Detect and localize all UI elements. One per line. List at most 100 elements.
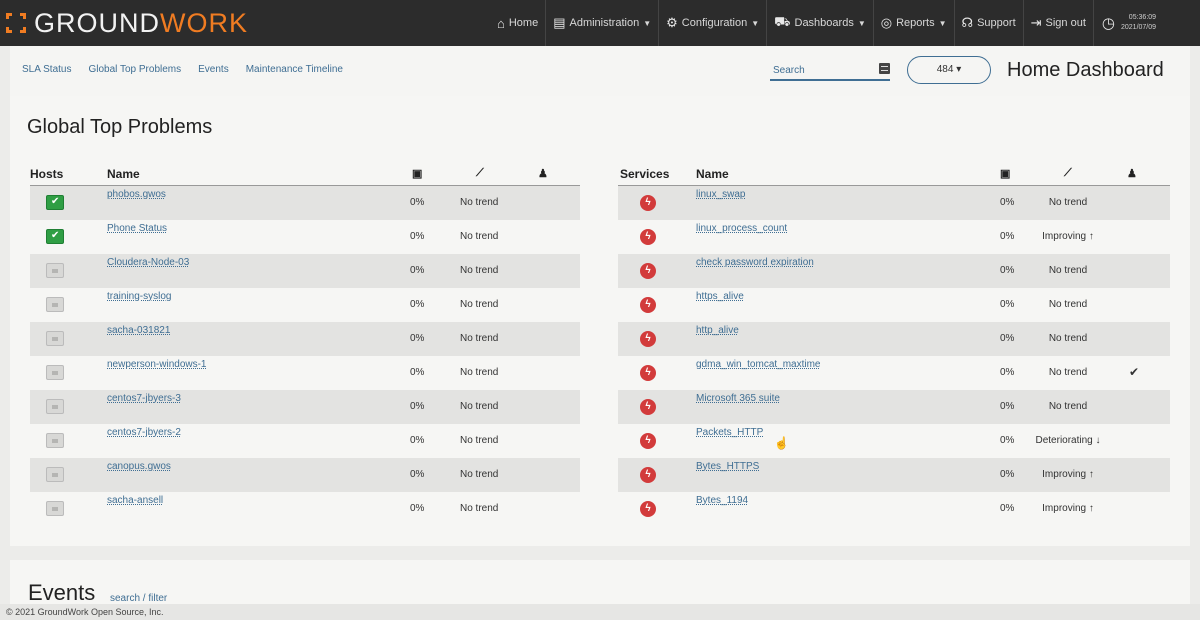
- host-unknown-icon: [46, 365, 64, 380]
- service-name-link[interactable]: check password expiration: [696, 257, 814, 268]
- table-row[interactable]: Phone Status 0% No trend: [30, 220, 580, 254]
- nav-item-home[interactable]: ⌂ Home: [490, 0, 545, 46]
- service-name-link[interactable]: linux_swap: [696, 189, 745, 200]
- hosts-column-header: Hosts: [30, 167, 64, 181]
- availability-value: 0%: [1000, 265, 1015, 276]
- cart-icon: ⛟: [774, 14, 791, 29]
- availability-value: 0%: [1000, 333, 1015, 344]
- host-unknown-icon: [46, 263, 64, 278]
- service-critical-icon: ϟ: [640, 229, 656, 245]
- host-name-link[interactable]: Phone Status: [107, 223, 167, 234]
- table-row[interactable]: ϟ linux_process_count 0% Improving ↑: [618, 220, 1170, 254]
- service-name-link[interactable]: gdma_win_tomcat_maxtime: [696, 359, 821, 370]
- search-input[interactable]: Search: [770, 61, 890, 81]
- table-row[interactable]: ϟ Bytes_1194 0% Improving ↑: [618, 492, 1170, 526]
- breadcrumb-link[interactable]: Events: [198, 64, 229, 75]
- headset-icon: ☊: [961, 15, 974, 30]
- nav-item-reports[interactable]: ◎ Reports ▼: [872, 0, 954, 46]
- table-row[interactable]: Cloudera-Node-03 0% No trend: [30, 254, 580, 288]
- host-unknown-icon: [46, 433, 64, 448]
- breadcrumb-link[interactable]: Global Top Problems: [88, 64, 181, 75]
- availability-value: 0%: [410, 299, 425, 310]
- host-name-link[interactable]: training-syslog: [107, 291, 171, 302]
- table-row[interactable]: sacha-031821 0% No trend: [30, 322, 580, 356]
- table-row[interactable]: newperson-windows-1 0% No trend: [30, 356, 580, 390]
- host-unknown-icon: [46, 399, 64, 414]
- host-up-icon: [46, 195, 64, 210]
- table-row[interactable]: ϟ Bytes_HTTPS 0% Improving ↑: [618, 458, 1170, 492]
- trend-value: Deteriorating ↓: [1035, 435, 1101, 446]
- availability-value: 0%: [410, 333, 425, 344]
- panel-title: Global Top Problems: [27, 116, 213, 138]
- service-name-link[interactable]: Microsoft 365 suite: [696, 393, 780, 404]
- breadcrumb-link[interactable]: Maintenance Timeline: [246, 64, 343, 75]
- nav-item-configuration[interactable]: ⚙ Configuration ▼: [658, 0, 766, 46]
- service-critical-icon: ϟ: [640, 195, 656, 211]
- search-options-icon[interactable]: [879, 63, 890, 74]
- events-filter-link[interactable]: search / filter: [110, 593, 167, 604]
- clock-date: 2021/07/09: [1121, 24, 1157, 31]
- search-placeholder: Search: [773, 65, 805, 76]
- host-name-link[interactable]: newperson-windows-1: [107, 359, 207, 370]
- service-name-link[interactable]: https_alive: [696, 291, 744, 302]
- service-critical-icon: ϟ: [640, 399, 656, 415]
- table-row[interactable]: centos7-jbyers-3 0% No trend: [30, 390, 580, 424]
- sub-header: SLA Status Global Top Problems Events Maint…: [10, 46, 1190, 96]
- nav-item-sign-out[interactable]: ⇥ Sign out: [1022, 0, 1093, 46]
- service-name-link[interactable]: linux_process_count: [696, 223, 787, 234]
- table-row[interactable]: ϟ https_alive 0% No trend: [618, 288, 1170, 322]
- service-name-link[interactable]: Bytes_1194: [696, 495, 748, 506]
- table-row[interactable]: training-syslog 0% No trend: [30, 288, 580, 322]
- host-name-link[interactable]: centos7-jbyers-3: [107, 393, 181, 404]
- host-name-link[interactable]: phobos.gwos: [107, 189, 166, 200]
- page-title: Home Dashboard: [1007, 59, 1164, 81]
- footer-copyright: © 2021 GroundWork Open Source, Inc.: [0, 604, 1200, 620]
- service-critical-icon: ϟ: [640, 501, 656, 517]
- table-row[interactable]: ϟ Microsoft 365 suite 0% No trend: [618, 390, 1170, 424]
- trend-chart-icon: ⟋: [476, 167, 484, 179]
- services-table: Services Name ▣ ⟋ ♟ ϟ linux_swap 0% No tren…: [618, 162, 1170, 526]
- host-name-link[interactable]: canopus.gwos: [107, 461, 171, 472]
- nav-item-label: Reports: [896, 17, 935, 29]
- mouse-cursor-icon: ☝: [774, 436, 789, 450]
- hosts-table: Hosts Name ▣ ⟋ ♟ phobos.gwos0%No trendPh…: [30, 162, 580, 526]
- name-column-header: Name: [107, 167, 140, 181]
- table-row[interactable]: canopus.gwos 0% No trend: [30, 458, 580, 492]
- breadcrumb-link[interactable]: SLA Status: [22, 64, 71, 75]
- service-critical-icon: ϟ: [640, 331, 656, 347]
- table-row[interactable]: ϟ http_alive 0% No trend: [618, 322, 1170, 356]
- calendar-icon: ▣: [412, 168, 423, 180]
- table-row[interactable]: centos7-jbyers-2 0% No trend: [30, 424, 580, 458]
- host-name-link[interactable]: Cloudera-Node-03: [107, 257, 189, 268]
- nav-item-support[interactable]: ☊ Support: [953, 0, 1023, 46]
- brand-logo[interactable]: GROUNDWORK: [0, 8, 490, 39]
- nav-item-dashboards[interactable]: ⛟ Dashboards ▼: [766, 0, 873, 46]
- trend-value: No trend: [460, 333, 499, 344]
- trend-value: No trend: [460, 265, 499, 276]
- host-name-link[interactable]: centos7-jbyers-2: [107, 427, 181, 438]
- service-name-link[interactable]: http_alive: [696, 325, 739, 336]
- trend-value: Improving ↑: [1042, 503, 1094, 514]
- table-row[interactable]: ϟ gdma_win_tomcat_maxtime 0% No trend ✔: [618, 356, 1170, 390]
- table-row[interactable]: ϟ linux_swap 0% No trend: [618, 186, 1170, 220]
- table-row[interactable]: sacha-ansell 0% No trend: [30, 492, 580, 526]
- service-critical-icon: ϟ: [640, 297, 656, 313]
- service-name-link[interactable]: Bytes_HTTPS: [696, 461, 759, 472]
- nav-item-administration[interactable]: ▤ Administration ▼: [545, 0, 658, 46]
- trend-value: No trend: [460, 367, 499, 378]
- host-count-dropdown[interactable]: 484 ▾: [907, 56, 991, 84]
- table-row[interactable]: phobos.gwos 0% No trend: [30, 186, 580, 220]
- host-unknown-icon: [46, 331, 64, 346]
- trend-value: No trend: [460, 231, 499, 242]
- nav-item-label: Sign out: [1045, 17, 1086, 29]
- service-critical-icon: ϟ: [640, 467, 656, 483]
- table-row[interactable]: ϟ Packets_HTTP 0% Deteriorating ↓: [618, 424, 1170, 458]
- host-name-link[interactable]: sacha-031821: [107, 325, 170, 336]
- trend-value: No trend: [1048, 197, 1088, 208]
- availability-value: 0%: [1000, 469, 1015, 480]
- host-name-link[interactable]: sacha-ansell: [107, 495, 163, 506]
- table-row[interactable]: ϟ check password expiration 0% No trend: [618, 254, 1170, 288]
- chevron-down-icon: ▼: [938, 18, 947, 28]
- service-name-link[interactable]: Packets_HTTP: [696, 427, 763, 438]
- availability-value: 0%: [410, 197, 425, 208]
